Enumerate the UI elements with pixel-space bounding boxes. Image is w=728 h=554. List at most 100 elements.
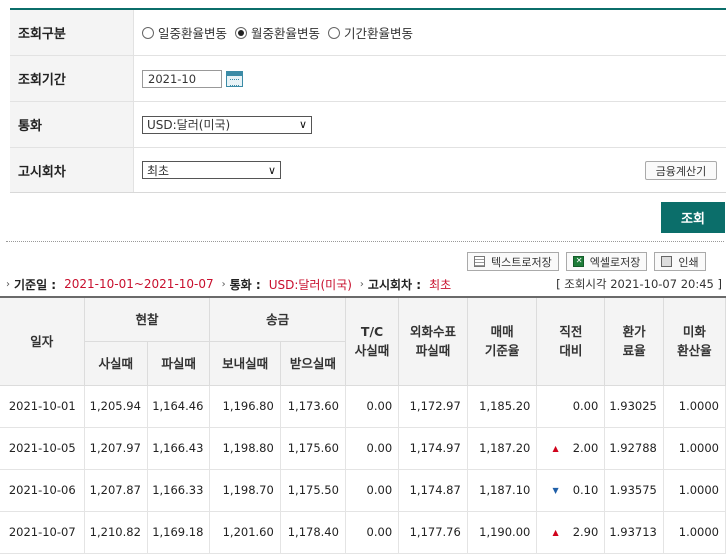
radio-label: 일중환율변동 [158, 26, 228, 41]
printer-icon [661, 256, 673, 267]
col-date: 일자 [0, 296, 85, 386]
radio-label: 기간환율변동 [344, 26, 414, 41]
currency-label: 통화 [10, 102, 134, 147]
cell-value: 1,166.33 [146, 468, 211, 512]
cell-prev-change: ▲ 2.00 [536, 426, 606, 470]
save-text-button[interactable]: 텍스트로저장 [467, 252, 559, 271]
col-base-rate: 매매 기준율 [466, 296, 538, 386]
cell-value: 1,190.00 [466, 510, 538, 554]
cell-date: 2021-10-05 [0, 426, 85, 470]
cell-value: 1,169.18 [146, 510, 211, 554]
form-row-currency: 통화 USD:달러(미국) ∨ [10, 102, 726, 148]
save-excel-label: 엑셀로저장 [589, 255, 641, 269]
cell-value: 1,164.46 [146, 384, 211, 428]
cell-prev-change: ▲ 2.90 [536, 510, 606, 554]
cell-value: 1.93713 [604, 510, 664, 554]
currency-info-value: USD:달러(미국) [268, 277, 352, 292]
arrow-up-icon: ▲ [552, 443, 559, 453]
query-info-bar: › 기준일 : 2021-10-01~2021-10-07 › 통화 : USD… [6, 276, 722, 292]
notice-info-value: 최초 [429, 277, 452, 292]
cell-value: 1.0000 [662, 510, 727, 554]
cell-value: 1,201.60 [209, 510, 281, 554]
table-row: 2021-10-07 1,210.82 1,169.18 1,201.60 1,178.… [0, 510, 727, 554]
calendar-icon[interactable] [226, 70, 243, 87]
form-row-type: 조회구분 일중환율변동 월중환율변동 기간환율변동 [10, 10, 726, 56]
search-button[interactable]: 조회 [661, 202, 725, 233]
cell-value: 1,187.10 [466, 468, 538, 512]
cell-value: 1,198.70 [209, 468, 281, 512]
arrow-down-icon: ▼ [552, 485, 559, 495]
col-check-sell: 외화수표 파실때 [398, 296, 468, 386]
cell-date: 2021-10-07 [0, 510, 85, 554]
cell-value: 1,185.20 [466, 384, 538, 428]
radio-label: 월중환율변동 [251, 26, 321, 41]
table-row: 2021-10-05 1,207.97 1,166.43 1,198.80 1,175.… [0, 426, 727, 470]
change-value: 2.90 [572, 525, 599, 539]
chevron-down-icon: ∨ [298, 118, 307, 131]
query-time: [ 조회시각 2021-10-07 20:45 ] [556, 277, 722, 291]
save-text-label: 텍스트로저장 [491, 255, 552, 269]
base-date-value: 2021-10-01~2021-10-07 [64, 277, 214, 291]
period-label: 조회기간 [10, 56, 134, 101]
notice-select-value: 최초 [147, 163, 170, 178]
table-row: 2021-10-06 1,207.87 1,166.33 1,198.70 1,175.… [0, 468, 727, 512]
cell-value: 1.0000 [662, 468, 727, 512]
notice-label: 고시회차 [10, 148, 134, 192]
cell-value: 1,166.43 [146, 426, 211, 470]
currency-info-label: 통화 : [229, 277, 261, 292]
cell-value: 1,174.87 [398, 468, 468, 512]
save-excel-button[interactable]: 엑셀로저장 [565, 252, 648, 271]
change-value: 0.00 [572, 399, 599, 413]
col-tc-buy: T/C 사실때 [344, 296, 400, 386]
cell-value: 1.93575 [604, 468, 664, 512]
query-type-radio-group: 일중환율변동 월중환율변동 기간환율변동 [134, 10, 726, 55]
bullet-icon: › [6, 278, 10, 290]
col-cash-buy: 사실때 [84, 340, 148, 386]
excel-icon [572, 256, 584, 267]
cell-value: 1.0000 [662, 384, 727, 428]
cell-value: 1,210.82 [83, 510, 148, 554]
cell-value: 0.00 [344, 510, 400, 554]
radio-option[interactable]: 월중환율변동 [235, 23, 320, 42]
col-usd-rate: 미화 환산율 [662, 296, 727, 386]
bullet-icon: › [221, 278, 226, 290]
table-row: 2021-10-01 1,205.94 1,164.46 1,196.80 1,173.… [0, 384, 727, 428]
currency-select[interactable]: USD:달러(미국) ∨ [142, 115, 312, 134]
cell-value: 1,175.60 [279, 426, 346, 470]
cell-value: 1,173.60 [279, 384, 346, 428]
cell-prev-change: 0.00 [536, 384, 606, 428]
cell-value: 1,172.97 [398, 384, 468, 428]
radio-option[interactable]: 기간환율변동 [328, 23, 413, 42]
notice-select[interactable]: 최초 ∨ [142, 161, 281, 179]
radio-icon[interactable] [328, 26, 341, 39]
radio-icon[interactable] [235, 26, 248, 39]
cell-value: 1,178.40 [279, 510, 346, 554]
cell-value: 0.00 [344, 426, 400, 470]
print-label: 인쇄 [678, 255, 699, 269]
radio-option[interactable]: 일중환율변동 [142, 23, 227, 42]
cell-value: 0.00 [344, 468, 400, 512]
print-button[interactable]: 인쇄 [654, 252, 706, 271]
financial-calculator-button[interactable]: 금융계산기 [645, 161, 717, 180]
cell-value: 1,175.50 [279, 468, 346, 512]
col-remit-send: 보내실때 [209, 340, 281, 386]
cell-value: 1,205.94 [83, 384, 148, 428]
arrow-up-icon: ▲ [552, 527, 559, 537]
cell-value: 1,198.80 [209, 426, 281, 470]
col-remit: 송금 [209, 296, 346, 342]
cell-value: 1.92788 [604, 426, 664, 470]
exchange-rate-table: 일자 현찰 송금 T/C 사실때 외화수표 파실때 매매 기준율 직전 대비 환가 료율 … [0, 296, 727, 554]
cell-prev-change: ▼ 0.10 [536, 468, 606, 512]
cell-value: 1,207.97 [83, 426, 148, 470]
period-input[interactable]: 2021-10 [142, 69, 222, 88]
radio-icon[interactable] [142, 26, 154, 39]
currency-select-value: USD:달러(미국) [147, 118, 231, 132]
col-prev-change: 직전 대비 [536, 296, 606, 386]
cell-value: 1,187.20 [466, 426, 538, 470]
chevron-down-icon: ∨ [267, 163, 276, 177]
cell-value: 1,174.97 [398, 426, 468, 470]
col-cash-sell: 파실때 [146, 340, 211, 386]
col-cash: 현찰 [83, 296, 211, 342]
change-value: 0.10 [572, 483, 599, 497]
col-conversion-rate: 환가 료율 [604, 296, 664, 386]
